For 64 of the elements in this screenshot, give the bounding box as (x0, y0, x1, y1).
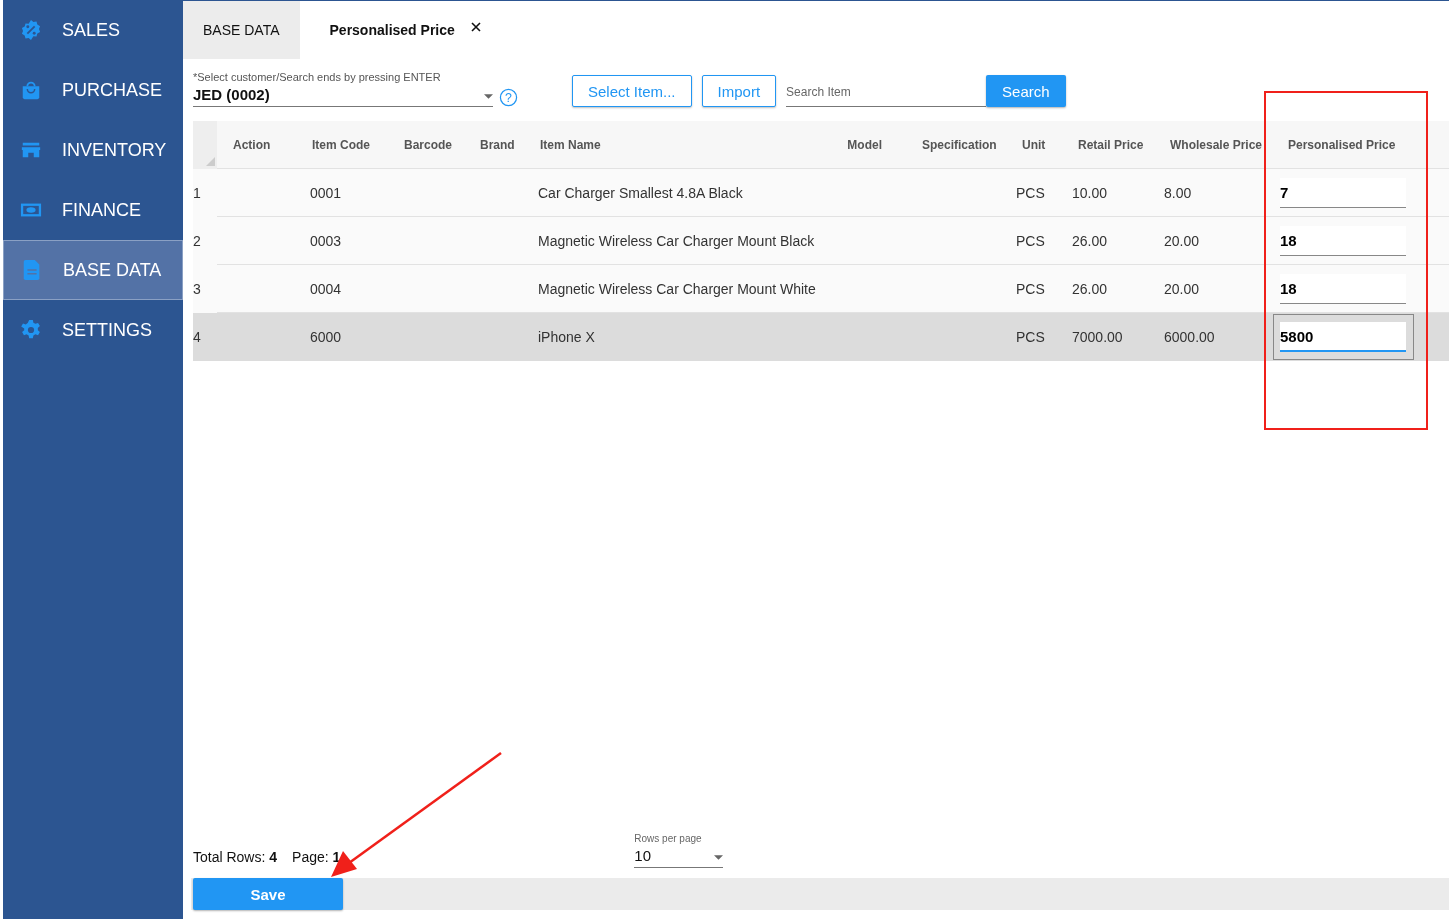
column-header[interactable]: Personalised Price (1288, 137, 1396, 152)
shopping-bag-icon (20, 79, 42, 101)
column-header[interactable]: Item Code (312, 137, 370, 152)
column-header[interactable]: Wholesale Price (1170, 137, 1263, 152)
table-cell: 20.00 (1164, 232, 1200, 249)
table-cell: 6000 (310, 329, 342, 345)
sidebar-item[interactable]: INVENTORY (3, 120, 183, 180)
table-cell: iPhone X (538, 329, 595, 345)
row-number: 2 (193, 233, 201, 249)
table-cell: 0003 (310, 232, 342, 249)
price-input[interactable]: 18 (1280, 225, 1406, 256)
corner-triangle-icon (206, 157, 215, 166)
table-cell: 20.00 (1164, 280, 1200, 297)
percent-badge-icon (20, 19, 42, 41)
table-cell: 6000.00 (1164, 329, 1215, 345)
table-cell: 7000.00 (1072, 329, 1123, 345)
row-number: 1 (193, 185, 201, 201)
column-header[interactable]: Model (847, 137, 882, 152)
table-row[interactable]: 3 0004 Magnetic Wireless Car Charger Mount White PCS 26.00 20.00 18 (193, 265, 1449, 313)
settings-icon (20, 319, 42, 341)
sidebar-item[interactable]: PURCHASE (3, 60, 183, 120)
sidebar-item[interactable]: SALES (3, 0, 183, 60)
price-input[interactable]: 7 (1280, 177, 1406, 208)
column-header[interactable]: Brand (480, 137, 515, 152)
tab[interactable]: Personalised Price (299, 1, 501, 59)
table-cell: Magnetic Wireless Car Charger Mount White (538, 280, 816, 297)
table-cell: 10.00 (1072, 184, 1108, 201)
table-cell: Magnetic Wireless Car Charger Mount Black (538, 232, 815, 249)
column-header[interactable]: Unit (1022, 137, 1046, 152)
sidebar-item[interactable]: FINANCE (3, 180, 183, 240)
tab[interactable]: BASE DATA (183, 1, 300, 59)
field-value: JED (0002) (193, 86, 270, 103)
page-text: Page: 1 (292, 849, 341, 865)
table-row[interactable]: 4 6000 iPhone X PCS 7000.00 6000.00 5800 (193, 313, 1449, 361)
dropdown-caret-icon (714, 855, 724, 860)
field-label: *Select customer/Search ends by pressing ENTER (193, 71, 442, 83)
row-number: 3 (193, 281, 201, 297)
table-row[interactable]: 1 0001 Car Charger Smallest 4.8A Black PCS 10.00 8.00 7 (193, 169, 1449, 217)
table-cell: 26.00 (1072, 232, 1108, 249)
sidebar-item[interactable]: SETTINGS (3, 300, 183, 360)
table-cell: PCS (1016, 280, 1045, 297)
column-header[interactable]: Item Name (540, 137, 601, 152)
row-number: 4 (193, 329, 201, 345)
column-header[interactable]: Barcode (404, 137, 453, 152)
total-rows-text: Total Rows: 4 (193, 849, 278, 865)
close-icon[interactable] (470, 22, 481, 32)
column-header[interactable]: Retail Price (1078, 137, 1144, 152)
table-cell: 0001 (310, 184, 342, 201)
sidebar-item[interactable]: BASE DATA (3, 240, 183, 300)
table-row[interactable]: 2 0003 Magnetic Wireless Car Charger Mount Black PCS 26.00 20.00 18 (193, 217, 1449, 265)
price-input[interactable]: 18 (1280, 273, 1406, 304)
column-header[interactable]: Action (233, 137, 271, 152)
dropdown-caret-icon (484, 94, 493, 99)
rows-per-page-select[interactable]: Rows per page 10 (634, 833, 724, 868)
table-cell: PCS (1016, 184, 1045, 201)
table-cell: 26.00 (1072, 280, 1108, 297)
price-input[interactable]: 5800 (1280, 322, 1406, 352)
table-cell: 0004 (310, 280, 342, 297)
column-header[interactable]: Specification (922, 137, 997, 152)
table-cell: Car Charger Smallest 4.8A Black (538, 184, 743, 201)
table-cell: PCS (1016, 329, 1045, 345)
table-cell: PCS (1016, 232, 1045, 249)
customer-select[interactable]: *Select customer/Search ends by pressing ENTER JED (0002) (193, 71, 493, 107)
table-cell: 8.00 (1164, 184, 1192, 201)
